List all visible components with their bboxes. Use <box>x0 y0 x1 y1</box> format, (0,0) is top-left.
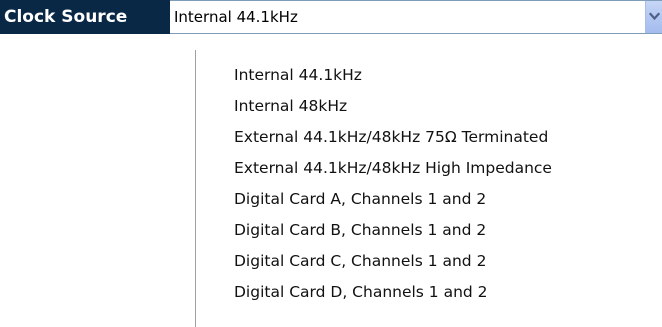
clock-source-select[interactable]: Internal 44.1kHz <box>170 0 662 34</box>
chevron-down-icon <box>649 12 660 21</box>
option-external-75-ohm-terminated[interactable]: External 44.1kHz/48kHz 75Ω Terminated <box>234 122 548 152</box>
clock-source-options-list: Internal 44.1kHz Internal 48kHz External… <box>195 50 662 327</box>
selected-value: Internal 44.1kHz <box>174 8 298 26</box>
option-internal-44-1khz[interactable]: Internal 44.1kHz <box>234 60 362 90</box>
option-digital-card-b[interactable]: Digital Card B, Channels 1 and 2 <box>234 215 486 245</box>
option-digital-card-c[interactable]: Digital Card C, Channels 1 and 2 <box>234 246 486 276</box>
option-digital-card-d[interactable]: Digital Card D, Channels 1 and 2 <box>234 277 488 307</box>
option-internal-48khz[interactable]: Internal 48kHz <box>234 91 347 121</box>
clock-source-label: Clock Source <box>0 0 170 34</box>
option-external-high-impedance[interactable]: External 44.1kHz/48kHz High Impedance <box>234 153 552 183</box>
option-digital-card-a[interactable]: Digital Card A, Channels 1 and 2 <box>234 184 486 214</box>
dropdown-arrow-button[interactable] <box>645 1 662 33</box>
